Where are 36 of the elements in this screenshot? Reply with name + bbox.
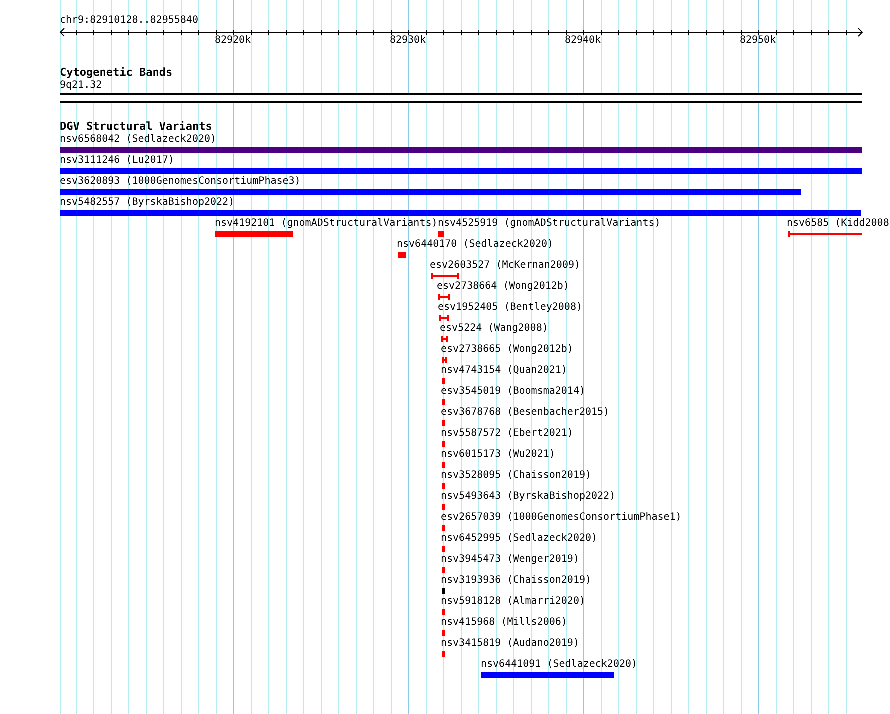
variant-label: esv2603527 (McKernan2009) xyxy=(430,260,581,271)
variant-label: esv5224 (Wang2008) xyxy=(440,323,548,334)
variant-label: nsv3528095 (Chaisson2019) xyxy=(441,470,592,481)
variant-label: nsv6441091 (Sedlazeck2020) xyxy=(481,659,638,670)
variant-label: nsv5493643 (ByrskaBishop2022) xyxy=(441,491,616,502)
tick-label: 82930k xyxy=(390,35,426,46)
variant-label: nsv6585 (Kidd2008 xyxy=(787,218,890,229)
variant-label: nsv4743154 (Quan2021) xyxy=(441,365,568,376)
variant-label: nsv6015173 (Wu2021) xyxy=(441,449,556,460)
variant-label: esv2738665 (Wong2012b) xyxy=(441,344,574,355)
variant-label: nsv3415819 (Audano2019) xyxy=(441,638,580,649)
variant-label: esv3620893 (1000GenomesConsortiumPhase3) xyxy=(60,176,301,187)
tick-label: 82940k xyxy=(564,35,602,46)
variant-label: nsv5482557 (ByrskaBishop2022) xyxy=(60,197,235,208)
variant-label: esv3678768 (Besenbacher2015) xyxy=(441,407,610,418)
variant-label: nsv3111246 (Lu2017) xyxy=(60,155,174,166)
tick-label: 82920k xyxy=(214,35,252,46)
band-label: 9q21.32 xyxy=(60,80,102,91)
variant-label: nsv5587572 (Ebert2021) xyxy=(441,428,574,439)
variant-label: esv1952405 (Bentley2008) xyxy=(438,302,582,313)
variant-label: nsv3193936 (Chaisson2019) xyxy=(441,575,592,586)
variant-label: esv2738664 (Wong2012b) xyxy=(437,281,570,292)
variant-label: nsv6568042 (Sedlazeck2020) xyxy=(60,134,217,145)
variant-label: nsv3945473 (Wenger2019) xyxy=(441,554,580,565)
variant-label: nsv6440170 (Sedlazeck2020) xyxy=(397,239,554,250)
variant-label: nsv4192101 (gnomADStructuralVariants) xyxy=(215,218,438,229)
track-title: DGV Structural Variants xyxy=(60,121,212,132)
variant-label: nsv4525919 (gnomADStructuralVariants) xyxy=(438,218,661,229)
track-title: Cytogenetic Bands xyxy=(60,67,173,78)
variant-label: nsv415968 (Mills2006) xyxy=(441,617,568,628)
variant-label: esv3545019 (Boomsma2014) xyxy=(441,386,586,397)
tick-label: 82950k xyxy=(740,35,776,46)
variant-label: nsv6452995 (Sedlazeck2020) xyxy=(441,533,598,544)
variant-label: esv2657039 (1000GenomesConsortiumPhase1) xyxy=(441,512,682,523)
variant-label: nsv5918128 (Almarri2020) xyxy=(441,596,586,607)
position-label: chr9:82910128..82955840 xyxy=(60,15,198,26)
